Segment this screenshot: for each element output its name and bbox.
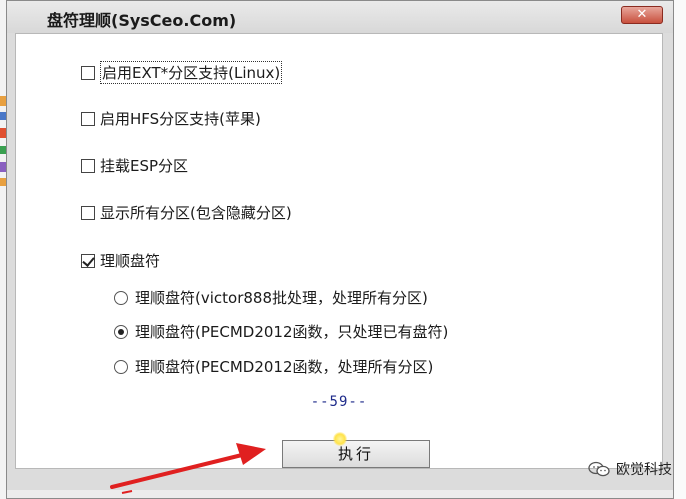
window-bottom-frame [7,490,673,498]
dialog-window: 盘符理顺(SysCeo.Com) ✕ 启用EXT*分区支持(Linux) 启用H… [6,0,674,499]
close-button[interactable]: ✕ [621,6,663,24]
pecmd-all-radio[interactable] [114,359,128,374]
execute-button[interactable]: 执行 [282,440,430,468]
watermark-text: 欧觉科技 [616,462,672,478]
hfs-checkbox[interactable] [81,111,95,126]
title-bar[interactable]: 盘符理顺(SysCeo.Com) ✕ [7,1,673,33]
reorder-label: 理顺盘符 [100,252,161,270]
radio-victor888-all[interactable]: 理顺盘符(victor888批处理，处理所有分区) [114,287,428,308]
screenshot-stage: 盘符理顺(SysCeo.Com) ✕ 启用EXT*分区支持(Linux) 启用H… [0,0,686,499]
show-all-label: 显示所有分区(包含隐藏分区) [100,204,292,222]
radio-pecmd-all[interactable]: 理顺盘符(PECMD2012函数，处理所有分区) [114,356,433,377]
pecmd-all-label: 理顺盘符(PECMD2012函数，处理所有分区) [135,358,434,376]
esp-label: 挂载ESP分区 [100,157,189,175]
ext-label: 启用EXT*分区支持(Linux) [100,61,283,84]
show-all-checkbox[interactable] [81,205,95,220]
option-hfs-support[interactable]: 启用HFS分区支持(苹果) [81,108,261,129]
ext-checkbox[interactable] [81,65,95,80]
pecmd-existing-label: 理顺盘符(PECMD2012函数，只处理已有盘符) [135,323,449,341]
dialog-client-area: 启用EXT*分区支持(Linux) 启用HFS分区支持(苹果) 挂载ESP分区 … [15,33,663,469]
watermark: 欧觉科技 [588,459,672,479]
victor888-all-radio[interactable] [114,290,128,305]
window-title: 盘符理顺(SysCeo.Com) [47,11,237,30]
reorder-checkbox[interactable] [81,253,95,268]
option-show-all-partitions[interactable]: 显示所有分区(包含隐藏分区) [81,202,292,223]
wechat-icon [588,461,610,477]
countdown-text: --59-- [310,394,368,410]
radio-pecmd-existing[interactable]: 理顺盘符(PECMD2012函数，只处理已有盘符) [114,321,448,342]
pecmd-existing-radio[interactable] [114,324,128,339]
close-icon: ✕ [636,7,648,22]
hfs-label: 启用HFS分区支持(苹果) [100,110,261,128]
victor888-all-label: 理顺盘符(victor888批处理，处理所有分区) [135,289,428,307]
option-mount-esp[interactable]: 挂载ESP分区 [81,155,188,176]
option-ext-support[interactable]: 启用EXT*分区支持(Linux) [81,61,283,84]
mouse-cursor-highlight [333,432,347,446]
esp-checkbox[interactable] [81,158,95,173]
option-reorder-drive-letters[interactable]: 理顺盘符 [81,250,160,271]
